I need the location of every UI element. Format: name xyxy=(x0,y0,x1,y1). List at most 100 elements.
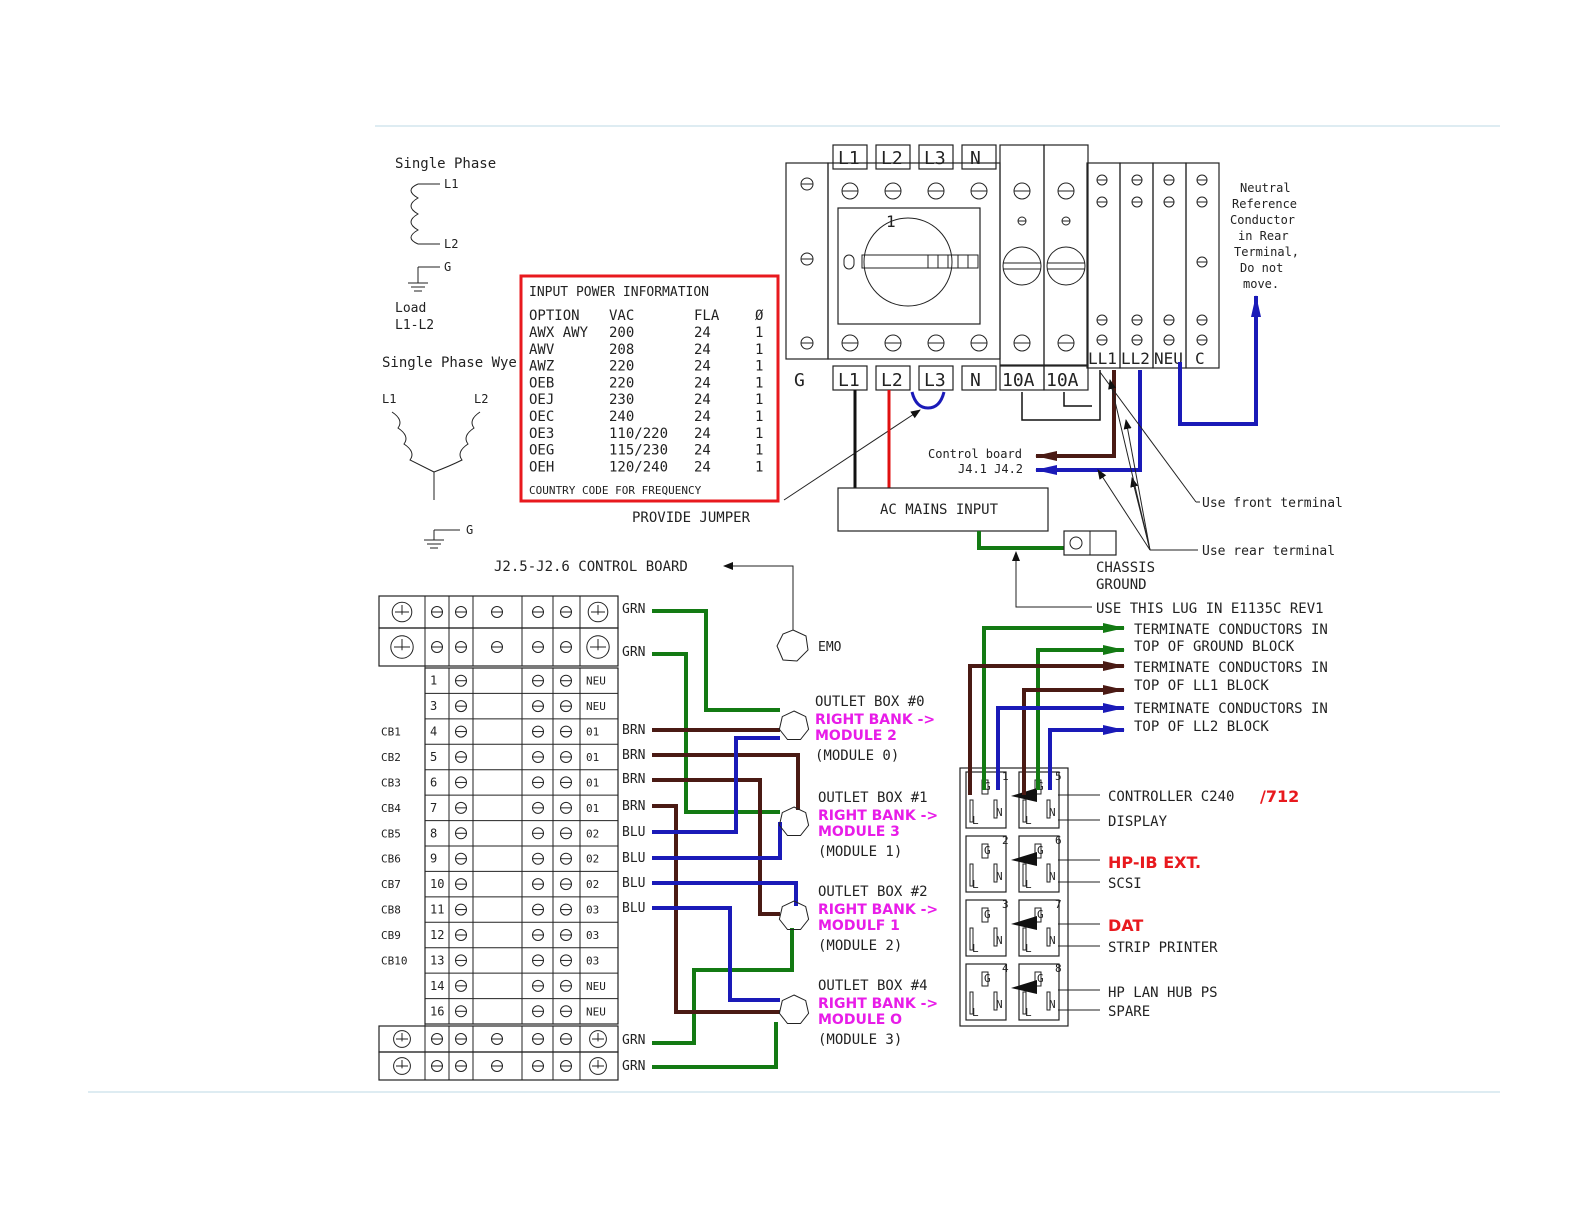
main-breaker-assembly: G 1 L1 L2 L3 N L1 L2 L3 N 10A 10A LL1 LL… xyxy=(785,144,1220,391)
receptacle-l: L xyxy=(1025,814,1032,827)
single-phase-g: G xyxy=(444,260,451,274)
bottom-l1: L1 xyxy=(838,370,860,391)
cb-label: CB2 xyxy=(381,751,401,764)
power-cell: 1 xyxy=(755,392,763,408)
device-controller-suffix: /712 xyxy=(1260,787,1299,806)
power-cell: 240 xyxy=(609,409,634,425)
receptacle-l: L xyxy=(972,814,979,827)
receptacle-number: 7 xyxy=(1055,898,1062,911)
power-cell: 1 xyxy=(755,426,763,442)
power-cell: 200 xyxy=(609,325,634,341)
wire-label: BRN xyxy=(622,799,645,814)
receptacle-n: N xyxy=(1049,870,1056,883)
power-cell: 1 xyxy=(755,375,763,391)
ac-mains-label: AC MAINS INPUT xyxy=(880,502,999,518)
provide-jumper-label: PROVIDE JUMPER xyxy=(632,510,751,526)
power-cell: 110/220 xyxy=(609,426,668,442)
cb-label: CB10 xyxy=(381,954,408,967)
receptacle-number: 1 xyxy=(1002,770,1009,783)
top-n: N xyxy=(970,148,981,169)
wiring-diagram: Single Phase L1 L2 G Load L1-L2 Single P… xyxy=(88,125,1500,1093)
wire-color-labels: GRN GRN BRN BRN BRN BRN BLU BLU BLU BLU GRN GRN xyxy=(622,602,645,1074)
outlet-box-module: MODULE 2 xyxy=(815,728,897,744)
single-phase-title: Single Phase xyxy=(395,156,496,172)
terminal-circuit: NEU xyxy=(586,700,606,713)
power-cell: AWX AWY xyxy=(529,325,589,341)
device-dat: DAT xyxy=(1108,916,1143,935)
outlet-box-title: OUTLET BOX #0 xyxy=(815,694,925,710)
wye-g: G xyxy=(466,523,473,537)
power-cell: 230 xyxy=(609,392,634,408)
receptacle-l: L xyxy=(1025,878,1032,891)
cb-label: CB6 xyxy=(381,853,401,866)
terminal-number: 14 xyxy=(430,979,444,993)
receptacle-g: G xyxy=(984,908,991,921)
col-fla: FLA xyxy=(694,308,720,324)
power-cell: 24 xyxy=(694,459,711,475)
power-cell: 220 xyxy=(609,375,634,391)
power-cell: OEC xyxy=(529,409,554,425)
power-cell: OEB xyxy=(529,375,554,391)
terminate-ground-1: TERMINATE CONDUCTORS IN xyxy=(1134,622,1328,638)
power-cell: 24 xyxy=(694,359,711,375)
terminate-ll2-2: TOP OF LL2 BLOCK xyxy=(1134,719,1269,735)
wire-label: BLU xyxy=(622,825,645,840)
power-cell: 24 xyxy=(694,426,711,442)
wye-l1: L1 xyxy=(382,392,396,406)
power-cell: 24 xyxy=(694,342,711,358)
receptacle-g: G xyxy=(984,972,991,985)
wire-label: BLU xyxy=(622,851,645,866)
chassis-ground-1: CHASSIS xyxy=(1096,560,1155,576)
emo-switch xyxy=(776,629,809,662)
breaker-10a-1: 10A xyxy=(1002,370,1035,391)
control-board-label: Control board xyxy=(928,447,1022,461)
power-cell: 24 xyxy=(694,325,711,341)
terminate-ll2-1: TERMINATE CONDUCTORS IN xyxy=(1134,701,1328,717)
top-l1: L1 xyxy=(838,148,860,169)
terminal-number: 13 xyxy=(430,953,444,967)
terminal-circuit: 02 xyxy=(586,878,599,891)
receptacle-g: G xyxy=(1037,972,1044,985)
neutral-note-3: Conductor xyxy=(1230,213,1295,227)
receptacle-number: 3 xyxy=(1002,898,1009,911)
single-phase-schematic: Single Phase L1 L2 G Load L1-L2 xyxy=(395,156,496,333)
terminal-circuit: NEU xyxy=(586,675,606,688)
terminal-number: 9 xyxy=(430,852,437,866)
use-lug-note: USE THIS LUG IN E1135C REV1 xyxy=(1096,601,1324,617)
power-cell: 1 xyxy=(755,342,763,358)
terminal-circuit: 01 xyxy=(586,776,599,789)
receptacle-number: 2 xyxy=(1002,834,1009,847)
terminal-number: 3 xyxy=(430,699,437,713)
col-vac: VAC xyxy=(609,308,634,324)
power-cell: 1 xyxy=(755,459,763,475)
terminate-ll1-1: TERMINATE CONDUCTORS IN xyxy=(1134,660,1328,676)
terminal-circuit: 01 xyxy=(586,751,599,764)
chassis-ground-2: GROUND xyxy=(1096,577,1147,593)
neutral-note-7: move. xyxy=(1243,277,1279,291)
terminal-number: 4 xyxy=(430,725,437,739)
receptacle-g: G xyxy=(1037,844,1044,857)
wire-label: GRN xyxy=(622,602,645,617)
wire-label: GRN xyxy=(622,645,645,660)
outlet-box-sub: (MODULE 1) xyxy=(818,844,902,860)
power-cell: 1 xyxy=(755,409,763,425)
wire-label: BRN xyxy=(622,723,645,738)
power-cell: 24 xyxy=(694,443,711,459)
outlet-box-junction xyxy=(778,710,810,740)
outlet-box-sub: (MODULE 0) xyxy=(815,748,899,764)
power-cell: 24 xyxy=(694,409,711,425)
neutral-note-4: in Rear xyxy=(1238,229,1289,243)
terminal-block: 1 NEU 3 NEU 4 01 5 01 6 01 7 01 8 02 9 02 10 02 11 03 12 03 13… xyxy=(378,595,619,1081)
power-cell: OE3 xyxy=(529,426,554,442)
device-strip-printer: STRIP PRINTER xyxy=(1108,940,1218,956)
terminal-number: 5 xyxy=(430,750,437,764)
wire-label: BLU xyxy=(622,876,645,891)
receptacle-number: 4 xyxy=(1002,962,1009,975)
outlet-box-bank: RIGHT BANK -> xyxy=(818,808,938,824)
input-power-title: INPUT POWER INFORMATION xyxy=(529,285,709,300)
outlet-box-bank: RIGHT BANK -> xyxy=(815,712,935,728)
outlet-box-title: OUTLET BOX #1 xyxy=(818,790,928,806)
terminal-ll1: LL1 xyxy=(1088,349,1117,368)
receptacle-n: N xyxy=(1049,934,1056,947)
power-cell: 208 xyxy=(609,342,634,358)
